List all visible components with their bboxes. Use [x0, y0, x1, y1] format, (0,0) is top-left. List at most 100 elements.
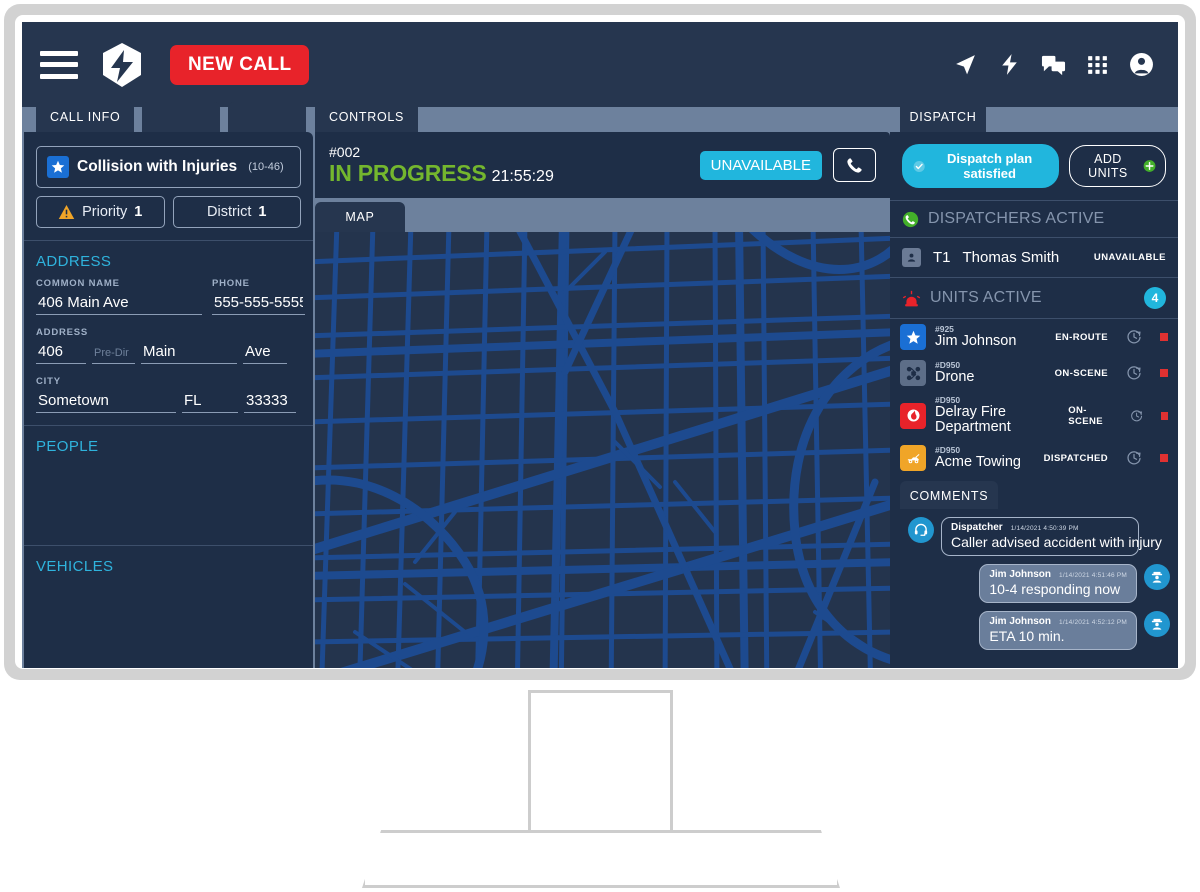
tab-map[interactable]: MAP: [315, 202, 405, 232]
unavailable-status-button[interactable]: UNAVAILABLE: [699, 150, 822, 180]
dispatchers-active-header: DISPATCHERS ACTIVE: [890, 201, 1178, 238]
phone-input[interactable]: [212, 292, 305, 315]
drone-icon: [900, 360, 926, 386]
new-call-button[interactable]: NEW CALL: [170, 44, 310, 85]
call-number: #002: [329, 143, 361, 160]
district-selector[interactable]: District 1: [172, 196, 301, 228]
unit-row[interactable]: #D950 Delray Fire Department ON-SCENE: [890, 391, 1178, 440]
stop-square-icon[interactable]: [1160, 369, 1168, 377]
phone-icon[interactable]: [833, 148, 876, 182]
unit-name: Jim Johnson: [935, 332, 1017, 349]
unit-status: ON-SCENE: [1068, 404, 1103, 427]
unit-row[interactable]: #D950 Drone ON-SCENE: [890, 355, 1178, 391]
dispatcher-row[interactable]: T1 Thomas Smith UNAVAILABLE: [890, 238, 1178, 278]
unit-name: Drone: [935, 368, 975, 385]
common-name-input[interactable]: [36, 292, 202, 315]
people-section: PEOPLE: [24, 426, 313, 546]
call-status-bar: #002 IN PROGRESS 21:55:29 UNAVAILABLE: [315, 132, 890, 198]
stopwatch-icon[interactable]: [1126, 329, 1142, 345]
call-type-name: Collision with Injuries: [77, 158, 238, 175]
dispatch-action-row: Dispatch plan satisfied ADD UNITS: [890, 132, 1178, 201]
map-view[interactable]: [315, 232, 890, 668]
controls-panel: #002 IN PROGRESS 21:55:29 UNAVAILABLE MAP: [315, 132, 890, 668]
stop-square-icon[interactable]: [1161, 411, 1168, 420]
comment-author: Dispatcher: [951, 522, 1003, 533]
units-active-title: UNITS ACTIVE: [930, 289, 1042, 306]
map-street-graphic: [315, 232, 890, 668]
tab-call-info[interactable]: CALL INFO: [36, 102, 135, 132]
unit-status: EN-ROUTE: [1055, 331, 1108, 343]
address-street-input[interactable]: [141, 341, 237, 364]
tab-comments[interactable]: COMMENTS: [900, 481, 998, 511]
lightning-bolt-icon[interactable]: [997, 52, 1022, 77]
city-input[interactable]: [36, 390, 176, 413]
topbar-icon-group: [953, 52, 1154, 77]
dispatcher-name: Thomas Smith: [962, 249, 1060, 266]
check-circle-icon: [913, 160, 925, 172]
top-navigation-bar: NEW CALL: [22, 22, 1178, 107]
tab-dispatch[interactable]: DISPATCH: [900, 102, 986, 132]
plus-circle-icon: [1143, 160, 1156, 172]
district-label: District: [207, 204, 252, 220]
headset-icon: [908, 517, 934, 543]
dispatch-panel: Dispatch plan satisfied ADD UNITS DISPAT…: [890, 132, 1178, 668]
call-state: IN PROGRESS: [329, 159, 487, 186]
stop-square-icon[interactable]: [1160, 333, 1168, 341]
stopwatch-icon[interactable]: [1126, 365, 1142, 381]
hamburger-menu-icon[interactable]: [40, 50, 78, 79]
tab-controls[interactable]: CONTROLS: [315, 102, 419, 132]
unit-row[interactable]: #D950 Acme Towing DISPATCHED: [890, 440, 1178, 476]
dispatch-plan-label: Dispatch plan satisfied: [946, 151, 1033, 181]
vehicles-section: VEHICLES: [24, 546, 313, 665]
call-type-code: (10-46): [248, 161, 284, 173]
stopwatch-icon[interactable]: [1126, 450, 1142, 466]
navigation-arrow-icon[interactable]: [953, 52, 978, 77]
state-input[interactable]: [182, 390, 238, 413]
user-account-icon[interactable]: [1129, 52, 1154, 77]
map-tabstrip: MAP: [315, 200, 405, 232]
call-timer: 21:55:29: [491, 167, 554, 185]
call-info-panel: Collision with Injuries (10-46) Priority…: [24, 132, 313, 668]
vehicles-list-empty: [36, 583, 301, 653]
comment-text: 10-4 responding now: [989, 581, 1121, 597]
address-section-title: ADDRESS: [36, 253, 112, 270]
add-units-button[interactable]: ADD UNITS: [1068, 145, 1166, 187]
district-value: 1: [258, 204, 267, 220]
lightning-shield-logo[interactable]: [100, 42, 144, 88]
priority-selector[interactable]: Priority 1: [36, 196, 165, 228]
priority-district-row: Priority 1 District 1: [36, 196, 301, 228]
comment-text: ETA 10 min.: [989, 628, 1065, 644]
comments-tabstrip: COMMENTS: [900, 479, 998, 511]
stop-square-icon[interactable]: [1160, 454, 1168, 463]
zip-input[interactable]: [244, 390, 296, 413]
unit-row[interactable]: #925 Jim Johnson EN-ROUTE: [890, 319, 1178, 355]
apps-grid-icon[interactable]: [1085, 52, 1110, 77]
stopwatch-icon[interactable]: [1130, 408, 1143, 424]
address-number-input[interactable]: [36, 341, 86, 364]
tab-call-info-3[interactable]: [228, 102, 307, 132]
call-type-selector[interactable]: Collision with Injuries (10-46): [36, 146, 301, 188]
tab-call-info-2[interactable]: [142, 102, 221, 132]
dispatcher-status: UNAVAILABLE: [1093, 252, 1166, 263]
application-screen: NEW CALL CALL INFO Collision with Injuri…: [22, 22, 1178, 668]
dispatcher-id: T1: [933, 249, 951, 266]
people-section-title: PEOPLE: [36, 438, 99, 455]
dispatch-plan-status-button[interactable]: Dispatch plan satisfied: [902, 144, 1059, 188]
units-active-header: UNITS ACTIVE 4: [890, 278, 1178, 319]
address-suffix-input[interactable]: [243, 341, 287, 364]
address-section: ADDRESS COMMON NAME PHONE ADDRESS CITY: [24, 241, 313, 426]
address-predir-input[interactable]: [92, 341, 135, 364]
person-icon: [902, 248, 921, 267]
comment-author: Jim Johnson: [989, 616, 1052, 627]
common-name-label: COMMON NAME: [36, 278, 120, 289]
fire-icon: [900, 402, 926, 429]
comment-text: Caller advised accident with injury: [951, 534, 1162, 550]
unit-status: DISPATCHED: [1043, 452, 1108, 464]
priority-label: Priority: [82, 204, 128, 220]
comments-list: Dispatcher 1/14/2021 4:50:39 PM Caller a…: [900, 509, 1178, 668]
chat-bubbles-icon[interactable]: [1041, 52, 1066, 77]
call-status-text: #002 IN PROGRESS 21:55:29: [329, 144, 554, 187]
comment-timestamp: 1/14/2021 4:52:12 PM: [1059, 619, 1127, 626]
dispatchers-active-title: DISPATCHERS ACTIVE: [928, 210, 1105, 227]
add-units-label: ADD UNITS: [1088, 152, 1128, 180]
